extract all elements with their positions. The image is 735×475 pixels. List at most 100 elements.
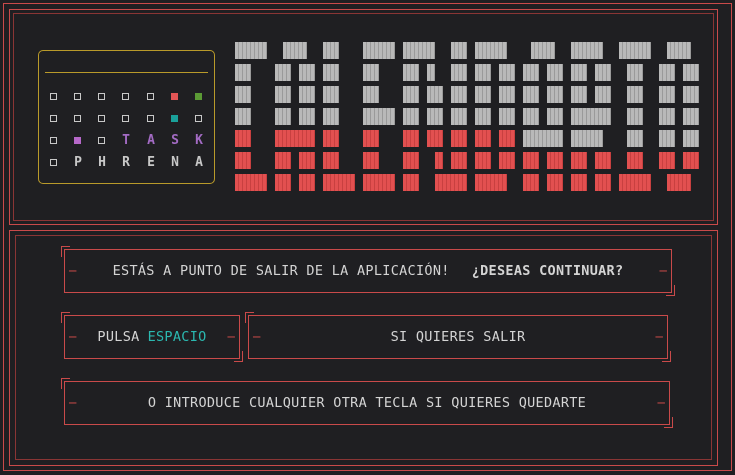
title-block [595,86,611,103]
title-block [475,130,491,147]
app-logo: T A S K P H R E N A [38,50,215,184]
question-text: ¿DESEAS CONTINUAR? [471,263,624,279]
title-block [363,174,395,191]
title-block [403,152,419,169]
title-block [403,130,419,147]
title-block [627,108,643,125]
title-block [323,174,355,191]
title-block [451,130,467,147]
title-block [475,174,507,191]
title-block [275,108,291,125]
title-block [451,152,467,169]
logo-letter: S [171,133,179,148]
title-block [571,86,587,103]
title-block [683,130,699,147]
box-dash-right: ─ [659,264,667,278]
press-label: PULSA [97,329,140,345]
title-block [683,64,699,81]
logo-square [121,87,131,107]
title-block [499,130,515,147]
logo-letter: E [147,155,155,170]
title-block [435,174,467,191]
title-block [299,64,315,81]
title-block [595,152,611,169]
logo-letter: H [98,155,106,170]
stay-text: O INTRODUCE CUALQUIER OTRA TECLA SI QUIE… [147,395,587,411]
title-block [363,86,379,103]
title-block [523,130,563,147]
title-block [683,108,699,125]
title-block [475,86,491,103]
logo-square [49,87,59,107]
title-block [523,86,539,103]
title-block [571,42,603,59]
warning-text: ESTÁS A PUNTO DE SALIR DE LA APLICACIÓN! [112,263,450,279]
title-block [523,64,539,81]
title-block [619,174,651,191]
logo-square [146,109,156,129]
title-block [403,174,419,191]
logo-square [73,109,83,129]
title-block [627,86,643,103]
title-block [475,152,491,169]
title-block [475,64,491,81]
logo-letter: A [195,155,203,170]
title-block [427,130,443,147]
logo-letter: T [122,133,130,148]
exit-text: SI QUIERES SALIR [390,329,526,345]
title-block [363,152,379,169]
title-block [571,64,587,81]
title-block [627,130,643,147]
title-block [323,152,339,169]
title-block [475,108,491,125]
title-block [235,174,267,191]
logo-letter: N [171,155,179,170]
logo-square-purple [73,131,83,151]
logo-letter: K [195,133,203,148]
logo-square [194,109,204,129]
logo-square-teal [170,109,180,129]
title-block [499,64,515,81]
title-block [299,174,315,191]
title-block [499,108,515,125]
title-block [523,108,539,125]
title-block [427,86,443,103]
title-block [363,64,379,81]
title-block [571,130,603,147]
title-block [363,42,395,59]
title-block [451,64,467,81]
press-space-box[interactable]: ─ PULSA ESPACIO ─ [61,312,243,362]
title-block [275,64,291,81]
title-block [435,152,443,169]
title-block [595,174,611,191]
title-block [235,86,251,103]
stay-box: ─ O INTRODUCE CUALQUIER OTRA TECLA SI QU… [61,378,673,428]
title-block [235,152,251,169]
title-block [275,86,291,103]
title-block [683,152,699,169]
title-block [235,42,267,59]
title-block [323,108,339,125]
title-block [523,174,539,191]
title-block [547,86,563,103]
title-block [403,108,419,125]
title-block [299,152,315,169]
logo-square [73,87,83,107]
title-block [475,42,507,59]
title-block [451,42,467,59]
title-block [299,86,315,103]
box-dash-left: ─ [69,330,77,344]
title-block [403,42,435,59]
title-block [323,64,339,81]
logo-square [121,109,131,129]
title-block [451,108,467,125]
logo-letter: R [122,155,130,170]
box-dash-left: ─ [69,396,77,410]
box-dash-right: ─ [657,396,665,410]
exit-box: ─ SI QUIERES SALIR ─ [245,312,671,362]
title-block [659,64,675,81]
title-block [595,64,611,81]
title-block [523,152,539,169]
title-block [547,64,563,81]
title-block [275,152,291,169]
